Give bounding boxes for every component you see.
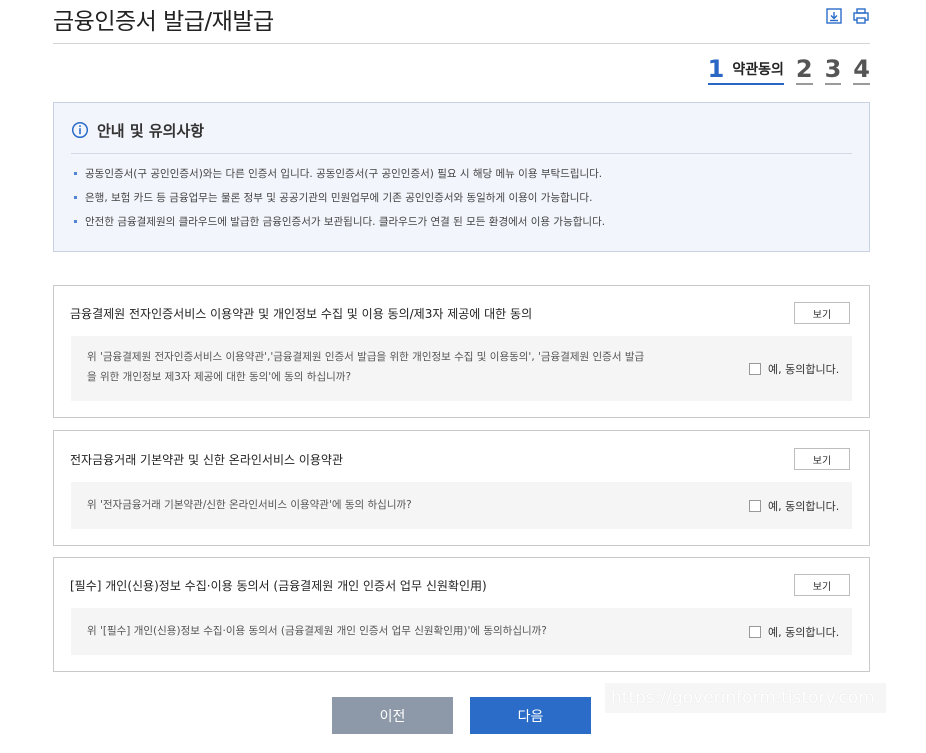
step-number: 2 [795, 55, 813, 83]
notice-list: 공동인증서(구 공인인증서)와는 다른 인증서 입니다. 공동인증서(구 공인인… [74, 166, 605, 238]
notice-item: 은행, 보험 카드 등 금융업무는 물론 정부 및 공공기관의 민원업무에 기존… [74, 190, 605, 214]
consent-question-box: 위 '전자금융거래 기본약관/신한 온라인서비스 이용약관'에 동의 하십니까?… [71, 482, 852, 529]
agree-checkbox-label[interactable]: 예, 동의합니다. [749, 361, 839, 377]
download-icon[interactable] [825, 7, 843, 25]
notice-item-text: 은행, 보험 카드 등 금융업무는 물론 정부 및 공공기관의 민원업무에 기존… [85, 192, 593, 204]
terms-card-1: 금융결제원 전자인증서비스 이용약관 및 개인정보 수집 및 이용 동의/제3자… [53, 285, 870, 418]
notice-item: 공동인증서(구 공인인증서)와는 다른 인증서 입니다. 공동인증서(구 공인인… [74, 166, 605, 190]
watermark: https://goverinform.tistory.com [605, 683, 886, 713]
consent-question-box: 위 '금융결제원 전자인증서비스 이용약관','금융결제원 인증서 발급을 위한… [71, 336, 852, 401]
step-indicator: 1 약관동의 2 3 4 [696, 55, 870, 85]
step-label: 약관동의 [732, 62, 784, 78]
agree-label: 예, 동의합니다. [768, 500, 840, 513]
terms-title: 금융결제원 전자인증서비스 이용약관 및 개인정보 수집 및 이용 동의/제3자… [70, 307, 533, 321]
consent-question: 위 '전자금융거래 기본약관/신한 온라인서비스 이용약관'에 동의 하십니까? [87, 495, 687, 515]
step-3: 3 [824, 55, 842, 85]
next-button[interactable]: 다음 [470, 697, 591, 734]
print-icon[interactable] [852, 7, 870, 25]
notice-item-text: 안전한 금융결제원의 클라우드에 발급한 금융인증서가 보관됩니다. 클라우드가… [85, 216, 606, 228]
step-number: 1 [707, 55, 725, 83]
agree-checkbox-label[interactable]: 예, 동의합니다. [749, 498, 839, 514]
title-divider [53, 43, 870, 44]
agree-label: 예, 동의합니다. [768, 363, 840, 376]
agree-checkbox[interactable] [749, 626, 761, 638]
bullet-icon [74, 219, 77, 223]
notice-box: 안내 및 유의사항 공동인증서(구 공인인증서)와는 다른 인증서 입니다. 공… [53, 102, 870, 252]
notice-item-text: 공동인증서(구 공인인증서)와는 다른 인증서 입니다. 공동인증서(구 공인인… [85, 168, 603, 180]
consent-question-line: 을 위한 개인정보 제3자 제공에 대한 동의'에 동의 하십니까? [87, 371, 352, 383]
consent-question-line: 위 '전자금융거래 기본약관/신한 온라인서비스 이용약관'에 동의 하십니까? [87, 499, 412, 511]
info-icon [71, 121, 89, 139]
agree-checkbox-label[interactable]: 예, 동의합니다. [749, 624, 839, 640]
consent-question: 위 '[필수] 개인(신용)정보 수집·이용 동의서 (금융결제원 개인 인증서… [87, 621, 687, 641]
consent-question-line: 위 '[필수] 개인(신용)정보 수집·이용 동의서 (금융결제원 개인 인증서… [87, 625, 547, 637]
step-number: 3 [824, 55, 842, 83]
consent-question-box: 위 '[필수] 개인(신용)정보 수집·이용 동의서 (금융결제원 개인 인증서… [71, 608, 852, 655]
agree-checkbox[interactable] [749, 500, 761, 512]
prev-button[interactable]: 이전 [332, 697, 453, 734]
terms-card-2: 전자금융거래 기본약관 및 신한 온라인서비스 이용약관 보기 위 '전자금융거… [53, 430, 870, 546]
terms-card-3: [필수] 개인(신용)정보 수집·이용 동의서 (금융결제원 개인 인증서 업무… [53, 557, 870, 672]
terms-title: [필수] 개인(신용)정보 수집·이용 동의서 (금융결제원 개인 인증서 업무… [70, 579, 487, 593]
view-terms-button[interactable]: 보기 [794, 302, 850, 324]
step-number: 4 [853, 55, 870, 83]
agree-checkbox[interactable] [749, 363, 761, 375]
step-1: 1 약관동의 [707, 55, 784, 85]
bullet-icon [74, 171, 77, 175]
view-terms-button[interactable]: 보기 [794, 574, 850, 596]
consent-question-line: 위 '금융결제원 전자인증서비스 이용약관','금융결제원 인증서 발급을 위한… [87, 351, 645, 363]
consent-question: 위 '금융결제원 전자인증서비스 이용약관','금융결제원 인증서 발급을 위한… [87, 347, 687, 387]
page-title: 금융인증서 발급/재발급 [53, 9, 274, 35]
notice-divider [71, 153, 852, 154]
step-2: 2 [795, 55, 813, 85]
step-4: 4 [853, 56, 870, 85]
notice-title: 안내 및 유의사항 [97, 122, 205, 140]
view-terms-button[interactable]: 보기 [794, 448, 850, 470]
terms-title: 전자금융거래 기본약관 및 신한 온라인서비스 이용약관 [70, 453, 343, 467]
notice-item: 안전한 금융결제원의 클라우드에 발급한 금융인증서가 보관됩니다. 클라우드가… [74, 214, 605, 238]
agree-label: 예, 동의합니다. [768, 626, 840, 639]
bullet-icon [74, 195, 77, 199]
